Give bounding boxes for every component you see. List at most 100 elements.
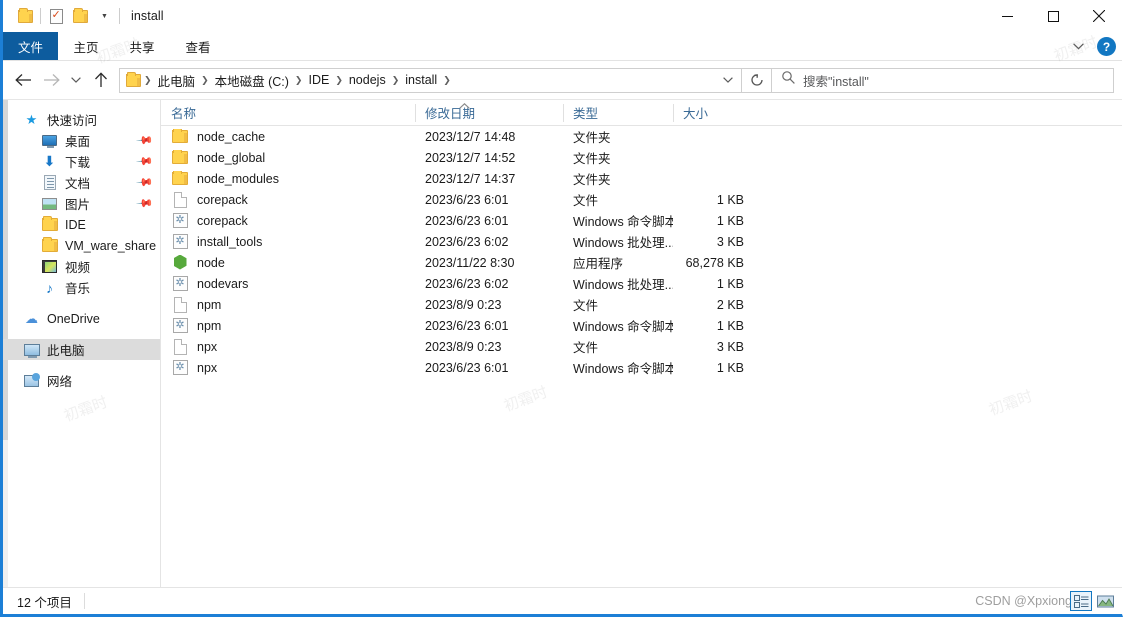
sidebar-item-desktop[interactable]: 桌面 📌 bbox=[3, 130, 160, 151]
desktop-icon bbox=[41, 133, 58, 149]
cell-type: Windows 批处理... bbox=[573, 278, 673, 292]
videos-icon bbox=[41, 259, 58, 275]
sidebar-item-onedrive[interactable]: ☁ OneDrive bbox=[3, 308, 160, 329]
help-icon[interactable]: ? bbox=[1097, 37, 1116, 56]
pin-icon[interactable]: 📌 bbox=[136, 152, 155, 171]
pin-icon[interactable]: 📌 bbox=[136, 194, 155, 213]
folder-icon[interactable] bbox=[13, 4, 37, 28]
pin-icon[interactable]: 📌 bbox=[136, 131, 155, 150]
chevron-down-icon[interactable] bbox=[1067, 36, 1089, 58]
file-icon bbox=[171, 191, 189, 208]
file-name-label: npm bbox=[197, 318, 222, 333]
search-input[interactable]: 搜索"install" bbox=[772, 67, 1114, 93]
sidebar-item-this-pc[interactable]: 此电脑 bbox=[3, 339, 160, 360]
cell-name: install_tools bbox=[161, 234, 415, 250]
column-headers: 名称 修改日期 类型 大小 bbox=[161, 100, 1122, 126]
table-row[interactable]: node 2023/11/22 8:30 应用程序 68,278 KB bbox=[161, 252, 1122, 273]
table-row[interactable]: corepack 2023/6/23 6:01 Windows 命令脚本 1 KB bbox=[161, 210, 1122, 231]
table-row[interactable]: npx 2023/6/23 6:01 Windows 命令脚本 1 KB bbox=[161, 357, 1122, 378]
forward-button[interactable] bbox=[37, 65, 65, 95]
breadcrumb[interactable]: ❯ 此电脑 ❯ 本地磁盘 (C:) ❯ IDE ❯ nodejs ❯ insta… bbox=[119, 67, 742, 93]
column-header-label: 类型 bbox=[573, 107, 599, 121]
view-mode-buttons bbox=[1070, 591, 1116, 611]
cell-date: 2023/8/9 0:23 bbox=[425, 339, 502, 354]
tab-share[interactable]: 共享 bbox=[114, 32, 170, 60]
sidebar-item-quick-access[interactable]: ★ 快速访问 bbox=[3, 109, 160, 130]
pin-icon[interactable]: 📌 bbox=[136, 173, 155, 192]
address-bar-row: ❯ 此电脑 ❯ 本地磁盘 (C:) ❯ IDE ❯ nodejs ❯ insta… bbox=[3, 61, 1122, 99]
column-divider[interactable] bbox=[415, 103, 416, 122]
table-row[interactable]: install_tools 2023/6/23 6:02 Windows 批处理..… bbox=[161, 231, 1122, 252]
sidebar-item-network[interactable]: 网络 bbox=[3, 370, 160, 391]
tab-view[interactable]: 查看 bbox=[170, 32, 226, 60]
large-icons-view-button[interactable] bbox=[1094, 591, 1116, 611]
column-header-size[interactable]: 大小 bbox=[673, 100, 763, 126]
table-row[interactable]: nodevars 2023/6/23 6:02 Windows 批处理... 1 KB bbox=[161, 273, 1122, 294]
explorer-window: ▼ install 文件 主页 共享 查看 ? bbox=[0, 0, 1123, 617]
table-row[interactable]: corepack 2023/6/23 6:01 文件 1 KB bbox=[161, 189, 1122, 210]
sidebar-item-label: 视频 bbox=[65, 261, 91, 275]
column-divider[interactable] bbox=[563, 103, 564, 122]
cell-type: 文件 bbox=[573, 194, 599, 208]
breadcrumb-separator: ❯ bbox=[443, 74, 451, 85]
up-button[interactable] bbox=[87, 65, 115, 95]
breadcrumb-item-nodejs[interactable]: nodejs bbox=[344, 73, 391, 87]
new-folder-icon[interactable] bbox=[68, 4, 92, 28]
script-icon bbox=[171, 360, 189, 376]
breadcrumb-item-install[interactable]: install bbox=[400, 73, 442, 87]
maximize-button[interactable] bbox=[1030, 0, 1076, 32]
this-pc-icon bbox=[23, 342, 40, 358]
column-header-type[interactable]: 类型 bbox=[563, 100, 673, 126]
file-icon bbox=[171, 296, 189, 313]
tab-file[interactable]: 文件 bbox=[3, 32, 59, 60]
breadcrumb-item-this-pc[interactable]: 此电脑 bbox=[153, 71, 201, 90]
sidebar-item-pictures[interactable]: 图片 📌 bbox=[3, 193, 160, 214]
breadcrumb-item-ide[interactable]: IDE bbox=[303, 73, 334, 87]
column-header-date[interactable]: 修改日期 bbox=[415, 100, 563, 126]
details-view-button[interactable] bbox=[1070, 591, 1092, 611]
file-name-label: node_cache bbox=[197, 129, 266, 144]
toolbar-divider bbox=[119, 8, 120, 24]
chevron-down-icon[interactable] bbox=[715, 69, 741, 92]
sidebar-item-ide[interactable]: IDE bbox=[3, 214, 160, 235]
cell-date: 2023/6/23 6:02 bbox=[425, 234, 509, 249]
sidebar-item-videos[interactable]: 视频 bbox=[3, 256, 160, 277]
table-row[interactable]: npx 2023/8/9 0:23 文件 3 KB bbox=[161, 336, 1122, 357]
column-header-label: 大小 bbox=[683, 107, 709, 121]
table-row[interactable]: npm 2023/8/9 0:23 文件 2 KB bbox=[161, 294, 1122, 315]
refresh-icon[interactable] bbox=[742, 67, 772, 93]
table-row[interactable]: node_global 2023/12/7 14:52 文件夹 bbox=[161, 147, 1122, 168]
sidebar-item-vm-ware-share[interactable]: VM_ware_share bbox=[3, 235, 160, 256]
minimize-button[interactable] bbox=[984, 0, 1030, 32]
back-button[interactable] bbox=[9, 65, 37, 95]
breadcrumb-separator: ❯ bbox=[201, 74, 209, 85]
recent-locations-button[interactable] bbox=[65, 65, 87, 95]
sidebar-item-documents[interactable]: 文档 📌 bbox=[3, 172, 160, 193]
file-name-label: npx bbox=[197, 360, 218, 375]
node-icon bbox=[171, 255, 189, 271]
cell-date: 2023/6/23 6:01 bbox=[425, 318, 509, 333]
properties-icon[interactable] bbox=[44, 4, 68, 28]
breadcrumb-separator: ❯ bbox=[335, 74, 343, 85]
close-button[interactable] bbox=[1076, 0, 1122, 32]
file-name-label: nodevars bbox=[197, 276, 249, 291]
table-row[interactable]: node_cache 2023/12/7 14:48 文件夹 bbox=[161, 126, 1122, 147]
breadcrumb-separator: ❯ bbox=[391, 74, 400, 85]
column-divider[interactable] bbox=[673, 103, 674, 122]
file-rows: node_cache 2023/12/7 14:48 文件夹 node_global 2… bbox=[161, 126, 1122, 587]
column-header-name[interactable]: 名称 bbox=[161, 100, 415, 126]
table-row[interactable]: node_modules 2023/12/7 14:37 文件夹 bbox=[161, 168, 1122, 189]
sidebar-item-label: 快速访问 bbox=[47, 114, 98, 128]
script-icon bbox=[171, 213, 189, 229]
cell-name: node bbox=[161, 255, 415, 271]
table-row[interactable]: npm 2023/6/23 6:01 Windows 命令脚本 1 KB bbox=[161, 315, 1122, 336]
tab-home[interactable]: 主页 bbox=[58, 32, 114, 60]
cell-type: 文件夹 bbox=[573, 152, 611, 166]
sidebar-item-downloads[interactable]: ⬇ 下载 📌 bbox=[3, 151, 160, 172]
cell-date: 2023/8/9 0:23 bbox=[425, 297, 502, 312]
sidebar-item-music[interactable]: ♪ 音乐 bbox=[3, 277, 160, 298]
breadcrumb-item-local-disk[interactable]: 本地磁盘 (C:) bbox=[210, 71, 294, 90]
ribbon-tab-bar: 文件 主页 共享 查看 ? bbox=[3, 32, 1122, 61]
chevron-down-icon[interactable]: ▼ bbox=[92, 4, 116, 28]
